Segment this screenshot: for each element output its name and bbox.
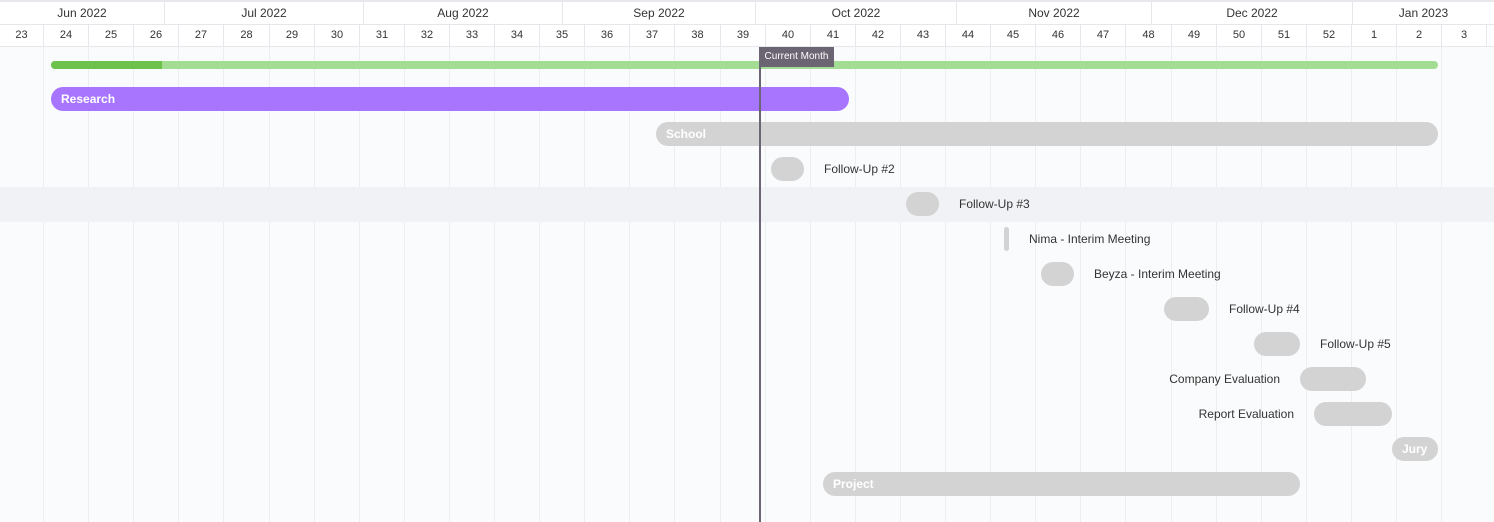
week-grid-line: [269, 47, 270, 522]
week-header-cell: 34: [495, 25, 540, 46]
week-header-cell: 51: [1262, 25, 1307, 46]
week-header-cell: 31: [360, 25, 405, 46]
week-grid-line: [404, 47, 405, 522]
gantt-chart: Jun 2022 Jul 2022 Aug 2022 Sep 2022 Oct …: [0, 0, 1494, 522]
task-bar-follow-up-5[interactable]: [1254, 332, 1300, 356]
task-bar-report-evaluation[interactable]: [1314, 402, 1392, 426]
task-label-follow-up-4: Follow-Up #4: [1229, 302, 1300, 316]
week-header-cell: 30: [315, 25, 360, 46]
task-bar-follow-up-4[interactable]: [1164, 297, 1209, 321]
task-label-follow-up-5: Follow-Up #5: [1320, 337, 1391, 351]
week-grid-line: [43, 47, 44, 522]
month-header-cell: Oct 2022: [756, 2, 957, 24]
week-grid-line: [223, 47, 224, 522]
week-header-cell: 28: [224, 25, 270, 46]
week-grid-line: [1441, 47, 1442, 522]
week-header-cell: 43: [901, 25, 946, 46]
week-header-cell: 36: [585, 25, 630, 46]
week-header-cell: 46: [1036, 25, 1081, 46]
task-label-follow-up-2: Follow-Up #2: [824, 162, 895, 176]
week-grid-line: [314, 47, 315, 522]
week-grid-line: [1351, 47, 1352, 522]
week-header-cell: 41: [811, 25, 856, 46]
week-header-cell: 27: [179, 25, 224, 46]
week-header-cell: 49: [1172, 25, 1217, 46]
task-bar-nima-interim-meeting[interactable]: [1004, 227, 1009, 251]
current-month-line: [759, 47, 761, 522]
week-grid-line: [494, 47, 495, 522]
week-header-cell: 44: [946, 25, 991, 46]
week-grid-line: [133, 47, 134, 522]
month-header-cell: Sep 2022: [563, 2, 756, 24]
task-label-company-evaluation: Company Evaluation: [1169, 372, 1280, 386]
task-label-nima-interim-meeting: Nima - Interim Meeting: [1029, 232, 1151, 246]
current-month-badge: Current Month: [759, 47, 834, 67]
hovered-row-highlight: [0, 187, 1494, 222]
week-header-cell: 32: [405, 25, 450, 46]
week-header-cell: 25: [89, 25, 134, 46]
week-header: 23 24 25 26 27 28 29 30 31 32 33 34 35 36 37 38 39 40 41 42…: [0, 25, 1494, 47]
month-header-cell: Dec 2022: [1152, 2, 1353, 24]
task-bar-company-evaluation[interactable]: [1300, 367, 1366, 391]
week-header-cell: 37: [630, 25, 675, 46]
month-header-cell: Nov 2022: [957, 2, 1152, 24]
week-header-cell: 24: [44, 25, 89, 46]
task-bar-jury[interactable]: Jury: [1392, 437, 1438, 461]
week-header-cell: 23: [0, 25, 44, 46]
week-grid-line: [539, 47, 540, 522]
week-header-cell: 47: [1081, 25, 1126, 46]
week-grid-line: [765, 47, 766, 522]
week-grid-line: [990, 47, 991, 522]
task-bar-project[interactable]: Project: [823, 472, 1300, 496]
task-bar-follow-up-2[interactable]: [771, 157, 804, 181]
overall-progress-track: [51, 61, 1438, 69]
week-grid-line: [178, 47, 179, 522]
week-grid-line: [1080, 47, 1081, 522]
month-header-cell: Jun 2022: [0, 2, 165, 24]
task-bar-research[interactable]: Research: [51, 87, 849, 111]
week-header-cell: 48: [1126, 25, 1172, 46]
overall-progress-fill: [51, 61, 162, 69]
week-header-cell: 33: [450, 25, 495, 46]
week-header-cell: 39: [721, 25, 766, 46]
week-header-cell: 35: [540, 25, 585, 46]
task-label-follow-up-3: Follow-Up #3: [959, 197, 1030, 211]
week-grid-line: [359, 47, 360, 522]
week-grid-line: [584, 47, 585, 522]
task-bar-beyza-interim-meeting[interactable]: [1041, 262, 1074, 286]
week-grid-line: [1261, 47, 1262, 522]
week-header-cell: 50: [1217, 25, 1262, 46]
task-bar-school[interactable]: School: [656, 122, 1438, 146]
month-header-cell: Aug 2022: [364, 2, 563, 24]
week-grid-line: [855, 47, 856, 522]
week-header-cell: 29: [270, 25, 315, 46]
week-header-cell: 26: [134, 25, 179, 46]
week-grid-line: [449, 47, 450, 522]
week-grid-line: [720, 47, 721, 522]
week-header-cell: 52: [1307, 25, 1352, 46]
month-header: Jun 2022 Jul 2022 Aug 2022 Sep 2022 Oct …: [0, 2, 1494, 25]
month-header-cell: Jan 2023: [1398, 6, 1449, 20]
week-grid-line: [674, 47, 675, 522]
week-header-cell: 2: [1397, 25, 1442, 46]
week-header-cell: 42: [856, 25, 901, 46]
week-header-cell: 40: [766, 25, 811, 46]
month-header-cell: Jul 2022: [165, 2, 364, 24]
week-header-cell: 45: [991, 25, 1036, 46]
week-grid-line: [945, 47, 946, 522]
week-header-cell: 38: [675, 25, 721, 46]
task-bar-follow-up-3[interactable]: [906, 192, 939, 216]
week-grid-line: [629, 47, 630, 522]
week-header-cell: 1: [1352, 25, 1397, 46]
week-header-cell: 3: [1442, 25, 1487, 46]
week-grid-line: [900, 47, 901, 522]
task-label-report-evaluation: Report Evaluation: [1198, 407, 1294, 421]
week-grid-line: [1306, 47, 1307, 522]
week-grid-line: [88, 47, 89, 522]
week-grid-line: [810, 47, 811, 522]
task-label-beyza-interim-meeting: Beyza - Interim Meeting: [1094, 267, 1221, 281]
week-grid-line: [1035, 47, 1036, 522]
